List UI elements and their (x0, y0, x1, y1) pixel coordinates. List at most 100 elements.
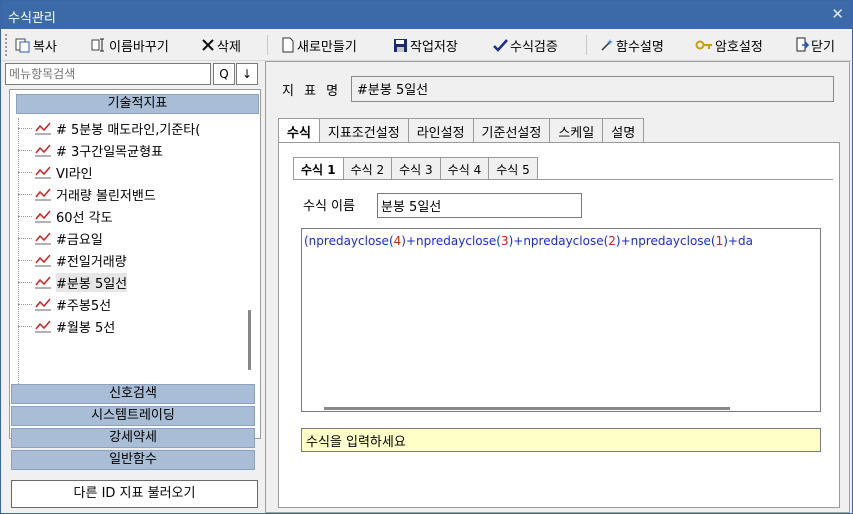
close-button[interactable]: 닫기 (795, 35, 835, 55)
new-document-icon (282, 37, 294, 53)
tree-item[interactable]: # 5분봉 매도라인,기준타( (18, 118, 200, 138)
line-chart-icon (35, 210, 51, 223)
magic-wand-icon (601, 38, 613, 51)
category-general-functions[interactable]: 일반함수 (11, 450, 255, 470)
save-disk-icon (394, 38, 407, 52)
main-tab[interactable]: 지표조건설정 (318, 118, 409, 142)
tree-item[interactable]: 거래량 볼린저밴드 (18, 184, 156, 204)
line-chart-icon (35, 144, 51, 157)
tree-item[interactable]: VI라인 (18, 162, 93, 182)
tree-item-label: #월봉 5선 (56, 320, 116, 336)
tree-connector (18, 193, 32, 195)
line-chart-icon (35, 188, 51, 201)
indicator-tree-list: # 5분봉 매도라인,기준타( # 3구간일목균형표 VI라인거래량 볼린저밴드 60… (18, 118, 242, 413)
toolbar-separator (586, 35, 587, 55)
formula-token: (npredayclose( (304, 234, 394, 248)
delete-x-icon (202, 39, 214, 51)
copy-button[interactable]: 복사 (15, 35, 57, 55)
tree-vertical-scrollbar[interactable] (248, 310, 251, 370)
formula-sub-tab[interactable]: 수식 1 (293, 157, 344, 180)
toolbar: 복사 이름바꾸기 삭제 새로만들기 작업저장 수식검증 함수설명 암호설정 닫기 (1, 29, 852, 61)
sub-tab-divider (293, 179, 833, 180)
close-label: 닫기 (811, 39, 835, 55)
formula-sub-tab[interactable]: 수식 4 (439, 157, 490, 179)
main-tab[interactable]: 수식 (278, 118, 320, 143)
line-chart-icon (35, 232, 51, 245)
delete-button[interactable]: 삭제 (201, 35, 241, 55)
main-tab[interactable]: 스케일 (549, 118, 604, 142)
indicator-name-field[interactable]: #분봉 5일선 (351, 76, 834, 102)
tree-item[interactable]: 60선 각도 (18, 206, 113, 226)
toolbar-separator (267, 35, 268, 55)
password-label: 암호설정 (715, 39, 763, 55)
function-help-button[interactable]: 함수설명 (599, 35, 664, 55)
tree-connector (18, 149, 32, 151)
tree-item-label: #전일거래량 (56, 254, 127, 270)
verify-label: 수식검증 (510, 39, 558, 55)
rename-icon (91, 38, 104, 52)
scroll-down-button[interactable]: ↓ (236, 63, 258, 85)
delete-label: 삭제 (217, 39, 241, 55)
rename-button[interactable]: 이름바꾸기 (91, 35, 169, 55)
status-message: 수식을 입력하세요 (301, 428, 821, 452)
formula-sub-tab[interactable]: 수식 2 (342, 157, 393, 179)
tree-connector (18, 171, 32, 173)
category-system-trading[interactable]: 시스템트레이딩 (11, 406, 255, 426)
category-strength-weakness[interactable]: 강세약세 (11, 428, 255, 448)
tree-connector (18, 303, 32, 305)
line-chart-icon (35, 298, 51, 311)
function-help-label: 함수설명 (616, 39, 664, 55)
formula-editor[interactable]: (npredayclose(4)+npredayclose(3)+npreday… (301, 228, 821, 412)
tree-item-label: #분봉 5일선 (56, 272, 128, 292)
tree-item[interactable]: #금요일 (18, 228, 103, 248)
tree-connector (18, 325, 32, 327)
tree-item-label: 60선 각도 (56, 210, 113, 226)
tree-connector (18, 215, 32, 217)
formula-token: )+npredayclose( (508, 234, 609, 248)
main-tabs: 수식 지표조건설정 라인설정 기준선설정 스케일 설명 (278, 118, 645, 143)
tree-item-label: #주봉5선 (56, 298, 112, 314)
tree-item-label: # 5분봉 매도라인,기준타( (56, 122, 201, 138)
formula-sub-tab[interactable]: 수식 3 (391, 157, 441, 179)
password-button[interactable]: 암호설정 (695, 35, 763, 55)
line-chart-icon (35, 254, 51, 267)
formula-name-label: 수식 이름 (303, 199, 355, 214)
close-icon[interactable]: ✕ (831, 5, 844, 23)
new-button[interactable]: 새로만들기 (281, 35, 357, 55)
save-button[interactable]: 작업저장 (393, 35, 458, 55)
window-title: 수식관리 (8, 11, 56, 26)
main-tab[interactable]: 설명 (602, 118, 645, 142)
menu-search-input[interactable] (5, 63, 211, 85)
formula-text: (npredayclose(4)+npredayclose(3)+npreday… (304, 234, 753, 248)
formula-tab-panel: 수식 1 수식 2 수식 3 수식 4 수식 5 수식 이름 분봉 5일선 (npred… (278, 142, 840, 508)
formula-token: 2 (608, 234, 616, 248)
formula-name-field[interactable]: 분봉 5일선 (377, 193, 582, 218)
tree-item[interactable]: #주봉5선 (18, 294, 111, 314)
load-other-id-button[interactable]: 다른 ID 지표 불러오기 (11, 480, 258, 508)
line-chart-icon (35, 122, 51, 135)
verify-button[interactable]: 수식검증 (493, 35, 558, 55)
title-bar: 수식관리 ✕ (1, 1, 852, 29)
formula-horizontal-scrollbar[interactable] (324, 407, 730, 410)
formula-sub-tab[interactable]: 수식 5 (488, 157, 538, 179)
main-tab[interactable]: 기준선설정 (472, 118, 551, 142)
formula-token: )+npredayclose( (401, 234, 501, 248)
search-button[interactable]: Q (213, 63, 235, 85)
tree-item-label: 거래량 볼린저밴드 (56, 188, 156, 204)
exit-door-icon (796, 37, 809, 52)
main-tab[interactable]: 라인설정 (407, 118, 474, 142)
checkmark-icon (493, 38, 508, 52)
tree-item[interactable]: #분봉 5일선 (18, 272, 128, 292)
tree-item[interactable]: # 3구간일목균형표 (18, 140, 163, 160)
formula-token: 3 (500, 234, 509, 248)
save-label: 작업저장 (410, 39, 458, 55)
toolbar-grip (5, 34, 9, 56)
formula-token: )+npredayclose( (615, 234, 716, 248)
right-panel: 지 표 명 #분봉 5일선 수식 지표조건설정 라인설정 기준선설정 스케일 설명 수식 … (265, 61, 850, 513)
category-header-technical[interactable]: 기술적지표 (16, 94, 259, 114)
tree-item[interactable]: #전일거래량 (18, 250, 127, 270)
tree-item[interactable]: #월봉 5선 (18, 316, 115, 336)
tree-connector (18, 237, 32, 239)
copy-icon (15, 38, 30, 53)
category-signal-search[interactable]: 신호검색 (11, 384, 255, 404)
